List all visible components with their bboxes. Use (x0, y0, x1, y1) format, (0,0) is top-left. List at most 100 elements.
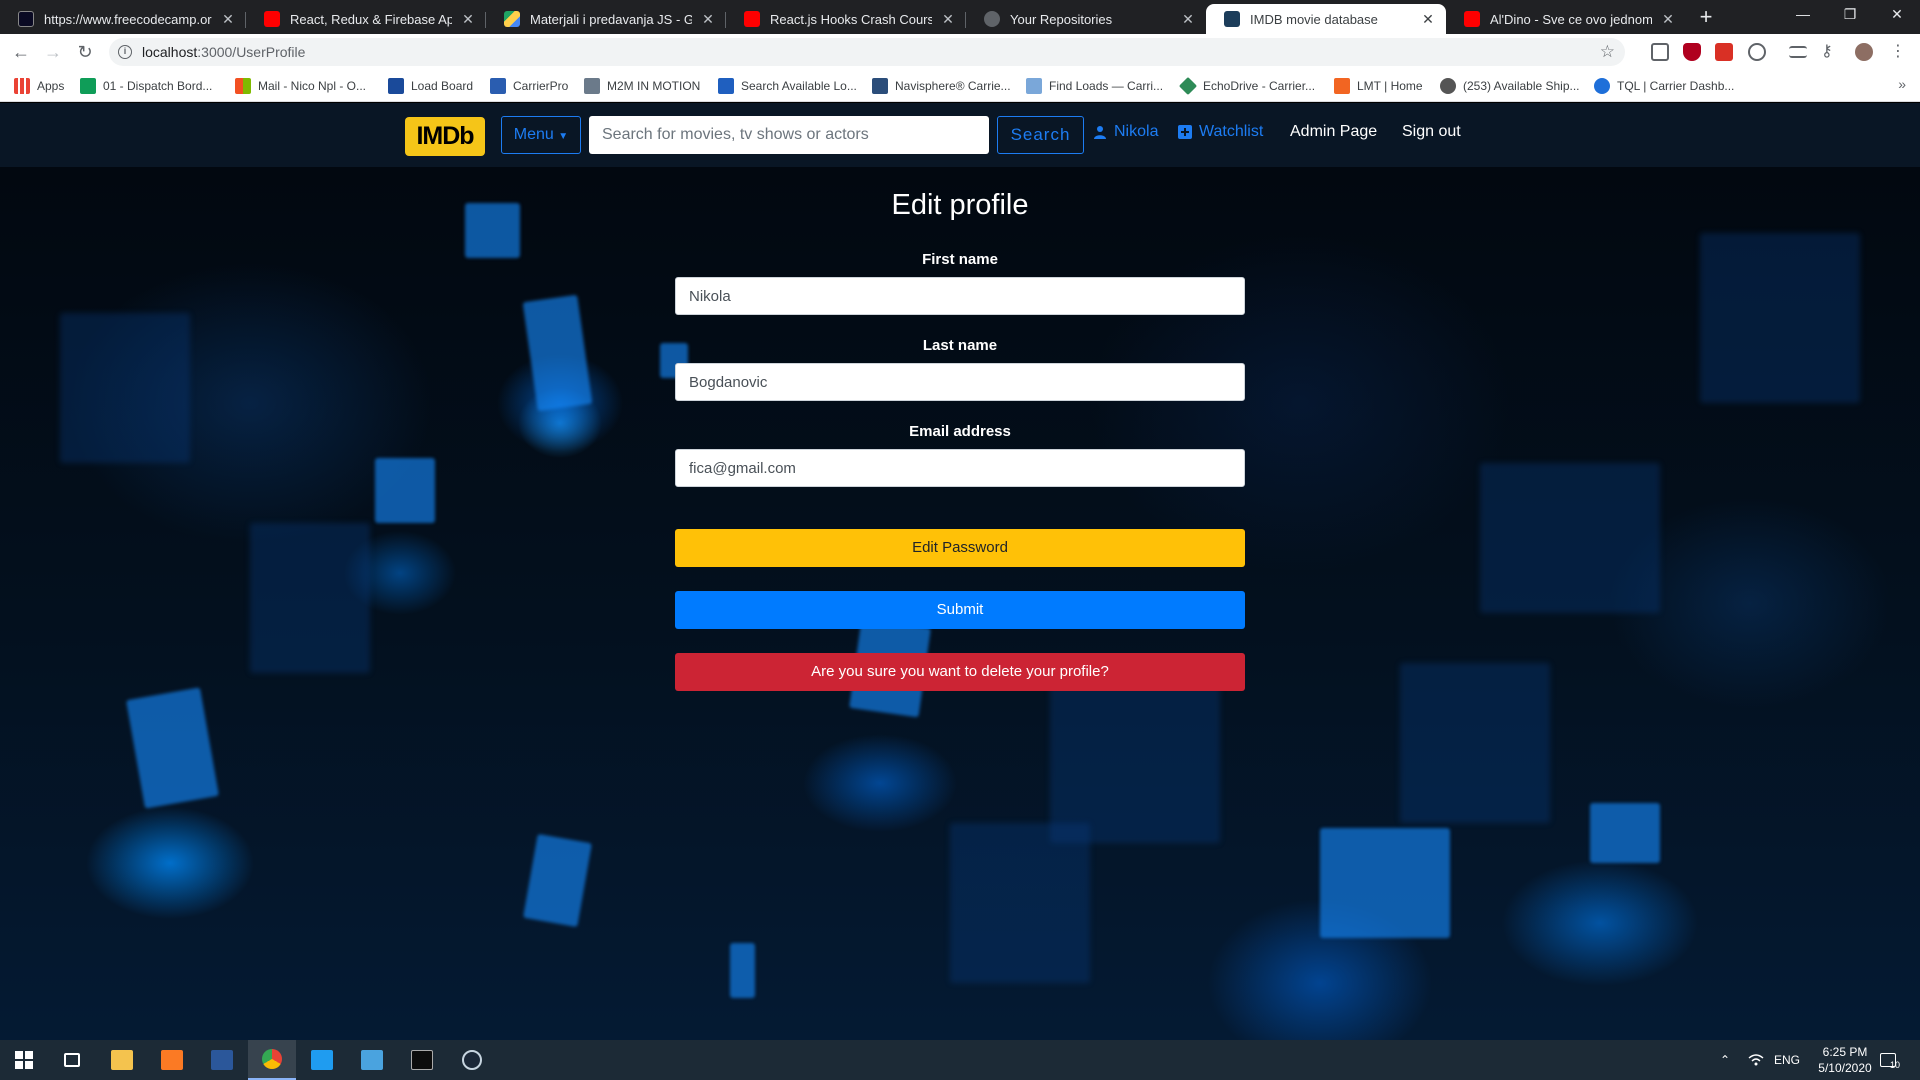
chrome-button[interactable] (248, 1040, 296, 1080)
star-icon (718, 78, 734, 94)
github-icon (984, 11, 1000, 27)
caret-down-icon: ▼ (558, 131, 569, 142)
browser-tab[interactable]: https://www.freecodecamp.org/l ✕ (0, 4, 246, 34)
bookmarks-overflow-button[interactable]: » (1898, 76, 1906, 92)
address-bar[interactable]: i localhost:3000/UserProfile ☆ (109, 38, 1625, 66)
close-tab-icon[interactable]: ✕ (700, 11, 716, 28)
forward-arrow-icon[interactable]: → (41, 40, 65, 64)
globe-icon (1440, 78, 1456, 94)
xampp-button[interactable] (148, 1040, 196, 1080)
file-explorer-button[interactable] (98, 1040, 146, 1080)
language-indicator[interactable]: ENG (1774, 1040, 1800, 1080)
back-arrow-icon[interactable]: ← (9, 40, 33, 64)
terminal-button[interactable] (398, 1040, 446, 1080)
background-cube (1400, 663, 1550, 823)
start-button[interactable] (0, 1040, 48, 1080)
search-input[interactable] (589, 116, 989, 154)
bookmark-label: M2M IN MOTION (607, 79, 701, 93)
browser-tab[interactable]: Your Repositories ✕ (966, 4, 1206, 34)
browser-tab-active[interactable]: IMDB movie database ✕ (1206, 4, 1446, 34)
browser-toolbar: ← → ↻ i localhost:3000/UserProfile ☆ ⚷ ⋮ (0, 34, 1920, 70)
bookmark-item[interactable]: Load Board (388, 78, 473, 94)
site-info-icon[interactable]: i (118, 45, 132, 59)
microsoft-icon (235, 78, 251, 94)
reload-icon[interactable]: ↻ (73, 40, 97, 64)
bookmark-item[interactable]: Mail - Nico Npl - O... (235, 78, 366, 94)
extension-icon[interactable] (1715, 43, 1733, 61)
screenshot-extension-icon[interactable] (1651, 43, 1669, 61)
bookmark-item[interactable]: Navisphere® Carrie... (872, 78, 1011, 94)
background-cube (523, 833, 592, 928)
maximize-window-button[interactable]: ❐ (1827, 0, 1873, 30)
browser-tab-strip: https://www.freecodecamp.org/l ✕ React, … (0, 0, 1920, 34)
browser-tab[interactable]: Al'Dino - Sve ce ovo jednom ✕ (1446, 4, 1686, 34)
echodrive-icon (1178, 76, 1198, 96)
tray-chevron-up-icon[interactable]: ⌃ (1720, 1040, 1730, 1080)
close-window-button[interactable]: ✕ (1874, 0, 1920, 30)
close-tab-icon[interactable]: ✕ (220, 11, 236, 28)
close-tab-icon[interactable]: ✕ (1180, 11, 1196, 28)
imdb-logo[interactable]: IMDb (405, 117, 485, 156)
close-tab-icon[interactable]: ✕ (940, 11, 956, 28)
first-name-input[interactable] (675, 277, 1245, 315)
edit-password-button[interactable]: Edit Password (675, 529, 1245, 567)
tab-title: React.js Hooks Crash Course - Yo (770, 11, 932, 27)
bookmark-label: Load Board (411, 79, 474, 93)
last-name-input[interactable] (675, 363, 1245, 401)
user-profile-link[interactable]: Nikola (1093, 123, 1158, 141)
navisphere-icon (872, 78, 888, 94)
bookmark-label: CarrierPro (513, 79, 569, 93)
bookmark-item[interactable]: (253) Available Ship... (1440, 78, 1580, 94)
search-button[interactable]: Search (997, 116, 1084, 154)
close-tab-icon[interactable]: ✕ (460, 11, 476, 28)
system-clock[interactable]: 6:25 PM 5/10/2020 (1806, 1044, 1884, 1076)
bookmark-apps[interactable]: Apps (14, 78, 64, 94)
browser-tab[interactable]: React.js Hooks Crash Course - Yo ✕ (726, 4, 966, 34)
bookmark-item[interactable]: TQL | Carrier Dashb... (1594, 78, 1734, 94)
menu-dropdown-button[interactable]: Menu ▼ (501, 116, 581, 154)
bookmark-item[interactable]: CarrierPro (490, 78, 568, 94)
bookmark-star-icon[interactable]: ☆ (1600, 42, 1615, 62)
bookmark-item[interactable]: M2M IN MOTION (584, 78, 700, 94)
vscode-button[interactable] (298, 1040, 346, 1080)
browser-tab[interactable]: Materjali i predavanja JS - Googl ✕ (486, 4, 726, 34)
admin-page-link[interactable]: Admin Page (1290, 123, 1377, 141)
bookmark-item[interactable]: LMT | Home (1334, 78, 1423, 94)
bookmark-item[interactable]: Search Available Lo... (718, 78, 857, 94)
submit-button[interactable]: Submit (675, 591, 1245, 629)
url-text[interactable]: localhost:3000/UserProfile (142, 44, 305, 60)
sign-out-link[interactable]: Sign out (1402, 123, 1461, 141)
close-tab-icon[interactable]: ✕ (1420, 11, 1436, 28)
extension-circle-icon[interactable] (1748, 43, 1766, 61)
page-title: Edit profile (891, 189, 1029, 221)
watchlist-link[interactable]: Watchlist (1178, 123, 1263, 141)
user-link-label: Nikola (1114, 123, 1159, 140)
task-view-button[interactable] (48, 1040, 96, 1080)
background-cube (250, 523, 370, 673)
wifi-icon[interactable] (1748, 1040, 1764, 1080)
chrome-icon (262, 1049, 282, 1069)
browser-tab[interactable]: React, Redux & Firebase App Tut ✕ (246, 4, 486, 34)
minimize-window-button[interactable]: — (1780, 0, 1826, 30)
word-button[interactable] (198, 1040, 246, 1080)
bookmark-label: TQL | Carrier Dashb... (1617, 79, 1735, 93)
bookmark-item[interactable]: EchoDrive - Carrier... (1178, 76, 1315, 96)
browser-menu-icon[interactable]: ⋮ (1889, 43, 1907, 61)
bookmark-label: (253) Available Ship... (1463, 79, 1580, 93)
reading-list-icon[interactable] (1789, 46, 1807, 58)
photos-button[interactable] (348, 1040, 396, 1080)
background-cube (1320, 828, 1450, 938)
profile-avatar[interactable] (1855, 43, 1873, 61)
email-input[interactable] (675, 449, 1245, 487)
bookmark-item[interactable]: 01 - Dispatch Bord... (80, 78, 212, 94)
action-center-button[interactable]: 10 (1880, 1040, 1900, 1080)
new-tab-button[interactable]: + (1692, 4, 1720, 32)
bookmark-item[interactable]: Find Loads — Carri... (1026, 78, 1163, 94)
close-tab-icon[interactable]: ✕ (1660, 11, 1676, 28)
key-icon[interactable]: ⚷ (1821, 43, 1839, 61)
ublock-shield-icon[interactable] (1683, 43, 1701, 61)
bookmark-label: Apps (37, 79, 65, 93)
steam-button[interactable] (448, 1040, 496, 1080)
delete-profile-button[interactable]: Are you sure you want to delete your pro… (675, 653, 1245, 691)
tab-title: Al'Dino - Sve ce ovo jednom (1490, 11, 1652, 27)
